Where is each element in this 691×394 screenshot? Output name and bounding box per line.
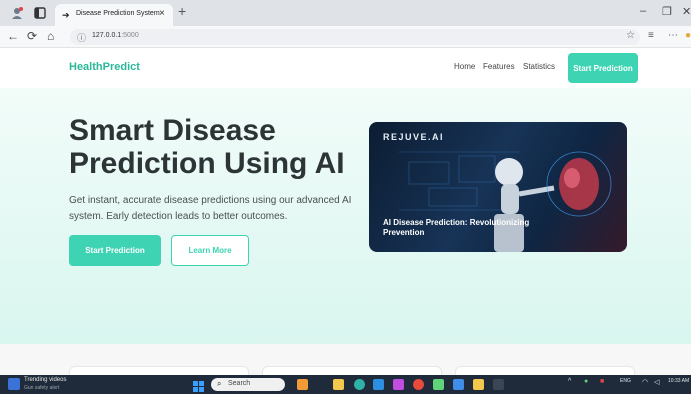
tray-chevron-icon[interactable]: ^ [568,378,571,385]
home-icon[interactable]: ⌂ [47,29,54,43]
language-indicator[interactable]: ENG [620,378,631,384]
web-page: HealthPredict Home Features Statistics S… [0,48,691,375]
news-widget-subtitle: Gun safety alert [24,385,60,391]
url-text: 127.0.0.1:5000 [92,32,139,39]
hero-learn-more-button[interactable]: Learn More [171,235,249,266]
restore-icon[interactable]: ❐ [662,5,672,18]
close-window-icon[interactable]: ✕ [682,5,691,18]
search-icon: ⌕ [217,379,222,388]
hero-title-line-2: Prediction Using AI [69,147,345,180]
site-brand-logo[interactable]: HealthPredict [69,61,140,73]
favorite-star-icon[interactable]: ☆ [626,30,635,41]
features-section [0,344,691,375]
header-start-prediction-button[interactable]: Start Prediction [568,53,638,83]
hero-description: Get instant, accurate disease prediction… [69,195,352,222]
address-bar[interactable]: ⓘ 127.0.0.1:5000 [70,29,640,45]
hero-start-prediction-button[interactable]: Start Prediction [69,235,161,266]
tray-app-icon[interactable]: ● [584,378,588,385]
hero-image-caption: AI Disease Prediction: Revolutionizing P… [383,218,530,237]
more-options-icon[interactable]: ⋯ [668,30,678,41]
vscode-app-icon[interactable] [373,379,384,390]
url-port: :5000 [121,32,139,39]
heartbeat-favicon-icon: ➔ [62,10,70,20]
tray-app-icon[interactable]: ■ [600,378,604,385]
taskbar-search-placeholder: Search [228,380,251,387]
browser-tab-strip: ➔ Disease Prediction System × + – ❐ ✕ [0,0,691,26]
app-icon[interactable] [413,379,424,390]
terminal-app-icon[interactable] [493,379,504,390]
nav-link-home[interactable]: Home [454,62,475,71]
windows-taskbar: Trending videos Gun safety alert ⌕ Searc… [0,375,691,394]
wifi-icon[interactable]: ◠ [642,378,648,386]
app-icon[interactable] [393,379,404,390]
hero-section: Smart Disease Prediction Using AI Get in… [0,88,691,344]
rejuve-logo: REJUVE.AI [383,132,445,142]
close-tab-icon[interactable]: × [159,8,165,19]
windows-start-icon[interactable] [193,379,204,392]
volume-icon[interactable]: ◁ [654,378,659,386]
refresh-icon[interactable]: ⟳ [27,29,37,43]
clock[interactable]: 10:33 AM [668,378,689,384]
widgets-app-icon[interactable] [297,379,308,390]
news-widget-icon[interactable] [8,378,20,390]
back-icon[interactable]: ← [7,29,19,43]
site-info-icon[interactable]: ⓘ [77,31,86,44]
news-widget-title[interactable]: Trending videos [24,377,66,383]
url-host: 127.0.0.1 [92,32,122,39]
edge-app-icon[interactable] [354,379,365,390]
nav-link-statistics[interactable]: Statistics [523,62,555,71]
feature-card [455,366,635,375]
new-tab-button[interactable]: + [178,3,186,19]
app-icon[interactable] [473,379,484,390]
feature-card [262,366,442,375]
taskbar-search-box[interactable]: ⌕ Search [211,378,285,391]
app-icon[interactable] [433,379,444,390]
copilot-icon[interactable]: ● [685,30,691,41]
site-header: HealthPredict Home Features Statistics S… [0,48,691,88]
file-explorer-app-icon[interactable] [333,379,344,390]
hero-title: Smart Disease Prediction Using AI [69,114,369,180]
hero-image: REJUVE.AI AI Disease Prediction: Revolut… [369,122,627,252]
hero-title-line-1: Smart Disease [69,114,276,147]
favorites-list-icon[interactable]: ≡ [648,30,654,41]
browser-toolbar: ← ⟳ ⌂ ⓘ 127.0.0.1:5000 ☆ ≡ ⋯ ● [0,26,691,48]
browser-tab-active[interactable]: ➔ Disease Prediction System × [55,4,173,26]
minimize-icon[interactable]: – [640,5,646,17]
tab-actions-icon[interactable] [33,6,47,20]
feature-card [69,366,249,375]
profile-icon[interactable] [10,6,24,20]
app-icon[interactable] [453,379,464,390]
nav-link-features[interactable]: Features [483,62,515,71]
tab-title: Disease Prediction System [76,10,160,17]
